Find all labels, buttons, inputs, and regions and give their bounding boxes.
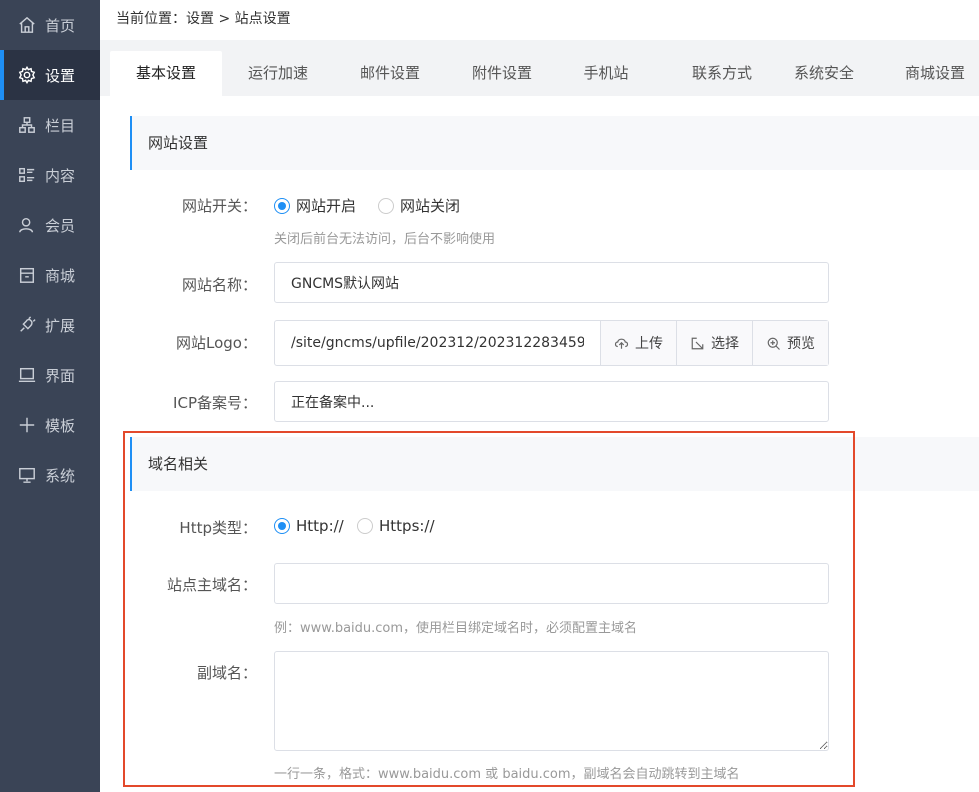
logo-upload-label: 上传 xyxy=(635,336,663,352)
logo-choose-button[interactable]: 选择 xyxy=(676,321,752,365)
tab-attachment-settings[interactable]: 附件设置 xyxy=(446,51,558,96)
site-logo-input[interactable] xyxy=(275,321,600,365)
radio-site-close[interactable]: 网站关闭 xyxy=(378,195,460,216)
plus-icon xyxy=(18,416,36,434)
sidebar-item-extensions[interactable]: 扩展 xyxy=(0,300,100,350)
main-domain-input[interactable] xyxy=(274,563,829,604)
store-icon xyxy=(18,266,36,284)
sidebar-item-home[interactable]: 首页 xyxy=(0,0,100,50)
radio-site-open[interactable]: 网站开启 xyxy=(274,195,356,216)
http-type-label: Http类型： xyxy=(179,519,257,537)
breadcrumb: 当前位置：设置 > 站点设置 xyxy=(100,0,979,40)
sub-domain-label: 副域名： xyxy=(196,664,257,682)
sidebar-item-label: 模板 xyxy=(45,416,76,435)
site-switch-label: 网站开关： xyxy=(181,197,257,215)
icp-label: ICP备案号： xyxy=(173,394,257,412)
radio-circle xyxy=(274,518,290,534)
radio-label: 网站关闭 xyxy=(400,197,461,215)
sidebar-item-label: 扩展 xyxy=(45,316,76,335)
main-domain-hint: 例：www.baidu.com，使用栏目绑定域名时，必须配置主域名 xyxy=(274,621,638,636)
plug-icon xyxy=(18,316,36,334)
sidebar-item-content[interactable]: 内容 xyxy=(0,150,100,200)
sidebar-item-label: 首页 xyxy=(45,16,76,35)
main-domain-label: 站点主域名： xyxy=(166,576,257,594)
select-icon xyxy=(691,337,704,349)
radio-label: Https:// xyxy=(379,517,435,535)
radio-label: 网站开启 xyxy=(296,197,357,215)
sidebar-item-interface[interactable]: 界面 xyxy=(0,350,100,400)
laptop-icon xyxy=(18,366,36,384)
section-title-site: 网站设置 xyxy=(130,116,979,170)
tabs-bar: 基本设置 运行加速 邮件设置 附件设置 手机站 联系方式 系统安全 商城设置 xyxy=(100,40,979,96)
sidebar-item-system[interactable]: 系统 xyxy=(0,450,100,500)
site-logo-group: 上传 选择 预览 xyxy=(274,320,829,366)
sub-domain-hint: 一行一条，格式：www.baidu.com 或 baidu.com，副域名会自动… xyxy=(274,767,740,782)
sitemap-icon xyxy=(18,116,36,134)
sidebar-item-label: 设置 xyxy=(45,66,76,85)
site-logo-label: 网站Logo： xyxy=(176,334,257,352)
sidebar-item-settings[interactable]: 设置 xyxy=(0,50,100,100)
home-icon xyxy=(18,16,36,34)
list-icon xyxy=(18,166,36,184)
sidebar-item-mall[interactable]: 商城 xyxy=(0,250,100,300)
monitor-icon xyxy=(18,466,36,484)
sidebar-item-label: 界面 xyxy=(45,366,76,385)
radio-label: Http:// xyxy=(296,517,344,535)
zoom-in-icon xyxy=(767,337,780,350)
site-switch-hint: 关闭后前台无法访问，后台不影响使用 xyxy=(274,232,496,247)
tab-mobile-site[interactable]: 手机站 xyxy=(558,51,654,96)
cloud-upload-icon xyxy=(614,338,629,349)
tab-contact[interactable]: 联系方式 xyxy=(666,51,778,96)
logo-upload-button[interactable]: 上传 xyxy=(600,321,676,365)
gear-icon xyxy=(18,66,36,84)
main-panel: 当前位置：设置 > 站点设置 基本设置 运行加速 邮件设置 附件设置 手机站 联… xyxy=(100,0,979,792)
tab-mail-settings[interactable]: 邮件设置 xyxy=(334,51,446,96)
sidebar-item-members[interactable]: 会员 xyxy=(0,200,100,250)
sidebar-item-label: 商城 xyxy=(45,266,76,285)
tab-run-acceleration[interactable]: 运行加速 xyxy=(222,51,334,96)
sidebar-item-templates[interactable]: 模板 xyxy=(0,400,100,450)
logo-preview-button[interactable]: 预览 xyxy=(752,321,828,365)
site-name-label: 网站名称： xyxy=(181,276,257,294)
tab-system-security[interactable]: 系统安全 xyxy=(768,51,880,96)
sidebar-item-label: 内容 xyxy=(45,166,76,185)
tab-basic-settings[interactable]: 基本设置 xyxy=(110,51,222,96)
sidebar-item-label: 系统 xyxy=(45,466,76,485)
sidebar-item-label: 栏目 xyxy=(45,116,76,135)
radio-circle xyxy=(357,518,373,534)
radio-https[interactable]: Https:// xyxy=(357,517,435,535)
site-name-input[interactable] xyxy=(274,262,829,303)
radio-circle xyxy=(274,197,290,214)
sidebar-item-label: 会员 xyxy=(45,216,76,235)
radio-circle xyxy=(378,197,394,214)
section-title-domain: 域名相关 xyxy=(130,437,979,491)
user-icon xyxy=(18,216,36,234)
icp-input[interactable] xyxy=(274,381,829,422)
radio-http[interactable]: Http:// xyxy=(274,517,344,535)
settings-form: 网站设置 网站开关： 网站开启 网站关闭 关闭后前台无法访问，后台不影响使用 网… xyxy=(100,96,979,792)
logo-preview-label: 预览 xyxy=(787,336,815,352)
sidebar: 首页 设置 栏目 内容 会员 商城 扩展 界面 模板 系统 xyxy=(0,0,100,792)
sub-domain-textarea[interactable] xyxy=(274,651,829,751)
logo-choose-label: 选择 xyxy=(711,336,739,352)
tab-mall-settings[interactable]: 商城设置 xyxy=(882,51,979,96)
sidebar-item-columns[interactable]: 栏目 xyxy=(0,100,100,150)
